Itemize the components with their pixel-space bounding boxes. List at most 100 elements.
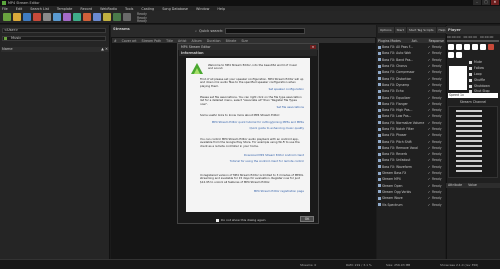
dialog-close-icon[interactable]: ✕ bbox=[310, 45, 316, 49]
col-cover-art[interactable]: Cover art bbox=[122, 39, 137, 43]
plugin-row[interactable]: Vis Spectrum ✓ Ready bbox=[378, 201, 444, 207]
col-stream-path[interactable]: Stream Path bbox=[142, 39, 162, 43]
menu-webradio[interactable]: WebRadio bbox=[100, 7, 117, 11]
start-button[interactable]: Start bbox=[394, 27, 406, 33]
plugin-active[interactable]: ✓ bbox=[427, 70, 431, 74]
speed-dropdown[interactable]: Speed 1x bbox=[448, 93, 498, 98]
record-button-icon[interactable] bbox=[488, 44, 494, 50]
col-plugins-modes[interactable]: Plugins Modes bbox=[378, 39, 401, 43]
cut-icon[interactable] bbox=[43, 13, 51, 21]
maximize-button[interactable]: □ bbox=[482, 0, 490, 5]
col-bitrate[interactable]: Bitrate bbox=[226, 39, 237, 43]
col-duration[interactable]: Duration bbox=[207, 39, 221, 43]
play-icon[interactable] bbox=[448, 44, 454, 50]
plugin-active[interactable]: ✓ bbox=[427, 152, 431, 156]
plugin-active[interactable]: ✓ bbox=[427, 96, 431, 100]
col-active[interactable]: Act. bbox=[412, 39, 418, 43]
plugin-active[interactable]: ✓ bbox=[427, 140, 431, 144]
plugin-active[interactable]: ✓ bbox=[427, 64, 431, 68]
col-album[interactable]: Album bbox=[192, 39, 202, 43]
settings-icon[interactable] bbox=[123, 13, 131, 21]
quick-search-input[interactable] bbox=[225, 28, 306, 34]
delete-icon[interactable] bbox=[33, 13, 41, 21]
menu-casting[interactable]: Casting bbox=[141, 7, 154, 11]
plugin-active[interactable]: ✓ bbox=[427, 165, 431, 169]
music-dropdown[interactable]: Music bbox=[2, 36, 106, 41]
menu-search-list[interactable]: Search List bbox=[30, 7, 49, 11]
col-artist[interactable]: Artist bbox=[178, 39, 187, 43]
plugin-active[interactable]: ✓ bbox=[427, 58, 431, 62]
menu-record[interactable]: Record bbox=[80, 7, 92, 11]
col-value[interactable]: Value bbox=[468, 183, 477, 188]
menu-song-database[interactable]: Song Database bbox=[162, 7, 188, 11]
menu-edit[interactable]: Edit bbox=[16, 7, 23, 11]
loop-checkbox[interactable]: Loop bbox=[469, 72, 482, 76]
plugin-active[interactable]: ✓ bbox=[427, 133, 431, 137]
plugin-active[interactable]: ✓ bbox=[427, 184, 431, 188]
options-button[interactable]: Options bbox=[378, 27, 394, 33]
plugin-active[interactable]: ✓ bbox=[427, 177, 431, 181]
plugin-active[interactable]: ✓ bbox=[427, 158, 431, 162]
registration-link[interactable]: MP4 Stream Editor registration page bbox=[196, 189, 304, 193]
android-tutorial-link[interactable]: Tutorial for using the Android client fo… bbox=[196, 159, 304, 163]
plugin-active[interactable]: ✓ bbox=[427, 114, 431, 118]
dont-show-checkbox[interactable]: Do not show this dialog again bbox=[216, 218, 266, 222]
previous-icon[interactable] bbox=[472, 44, 478, 50]
next-icon[interactable] bbox=[480, 44, 486, 50]
folder-icon[interactable] bbox=[13, 13, 21, 21]
col-response[interactable]: Response bbox=[429, 39, 444, 43]
tag-icon[interactable] bbox=[93, 13, 101, 21]
close-panel-icon[interactable]: ✕ bbox=[105, 47, 108, 51]
menu-file[interactable]: File bbox=[2, 7, 8, 11]
plugin-active[interactable]: ✓ bbox=[427, 77, 431, 81]
web-icon[interactable] bbox=[113, 13, 121, 21]
start-tag-scripts-button[interactable]: Start Tag Scripts bbox=[406, 27, 436, 33]
plugin-active[interactable]: ✓ bbox=[427, 146, 431, 150]
user-dropdown[interactable]: <User> bbox=[2, 28, 106, 33]
col-index[interactable]: # bbox=[114, 39, 117, 43]
plugin-active[interactable]: ✓ bbox=[427, 108, 431, 112]
seek-bar[interactable] bbox=[447, 40, 499, 42]
speaker-config-link[interactable]: Set speaker configuration bbox=[196, 87, 304, 91]
menu-window[interactable]: Window bbox=[196, 7, 209, 11]
convert-icon[interactable] bbox=[83, 13, 91, 21]
plugin-active[interactable]: ✓ bbox=[427, 51, 431, 55]
shuffle-checkbox[interactable]: Shuffle bbox=[469, 78, 485, 82]
col-size[interactable]: Size bbox=[241, 39, 248, 43]
ok-button[interactable]: OK bbox=[300, 216, 314, 222]
record-icon[interactable] bbox=[73, 13, 81, 21]
forward-icon[interactable] bbox=[456, 52, 462, 58]
mute-checkbox[interactable]: Mute bbox=[469, 60, 482, 64]
pause-icon[interactable] bbox=[456, 44, 462, 50]
stop-icon[interactable] bbox=[464, 44, 470, 50]
col-attribute[interactable]: Attribute bbox=[448, 183, 462, 188]
add-icon[interactable] bbox=[3, 13, 11, 21]
plugin-active[interactable]: ✓ bbox=[427, 89, 431, 93]
plugin-active[interactable]: ✓ bbox=[427, 121, 431, 125]
save-icon[interactable] bbox=[23, 13, 31, 21]
quality-guide-link[interactable]: Quick guide to enhancing music quality bbox=[196, 126, 304, 130]
plugin-active[interactable]: ✓ bbox=[427, 83, 431, 87]
close-button[interactable]: ✕ bbox=[491, 0, 499, 5]
android-download-link[interactable]: Download MP4 Stream Editor Android clien… bbox=[196, 153, 304, 157]
plugin-active[interactable]: ✓ bbox=[427, 45, 431, 49]
volume-slider[interactable] bbox=[449, 66, 467, 90]
plugin-active[interactable]: ✓ bbox=[427, 102, 431, 106]
plugin-active[interactable]: ✓ bbox=[427, 171, 431, 175]
menu-template[interactable]: Template bbox=[57, 7, 72, 11]
sort-up-icon[interactable]: ▲ bbox=[101, 47, 104, 51]
col-title[interactable]: Title bbox=[166, 39, 173, 43]
shutdown-checkbox[interactable]: Shutdown bbox=[469, 84, 490, 88]
plugin-active[interactable]: ✓ bbox=[427, 196, 431, 200]
plugin-active[interactable]: ✓ bbox=[427, 190, 431, 194]
edit-icon[interactable] bbox=[103, 13, 111, 21]
copy-icon[interactable] bbox=[53, 13, 61, 21]
file-assoc-link[interactable]: Set file associations bbox=[196, 105, 304, 109]
tutorial-link[interactable]: MP4 Stream Editor quick tutorial for cut… bbox=[196, 120, 304, 124]
follow-checkbox[interactable]: Follow bbox=[469, 66, 484, 70]
minimize-button[interactable]: – bbox=[473, 0, 481, 5]
paste-icon[interactable] bbox=[63, 13, 71, 21]
plugin-active[interactable]: ✓ bbox=[427, 127, 431, 131]
menu-tools[interactable]: Tools bbox=[125, 7, 133, 11]
name-column-header[interactable]: Name bbox=[2, 47, 13, 52]
